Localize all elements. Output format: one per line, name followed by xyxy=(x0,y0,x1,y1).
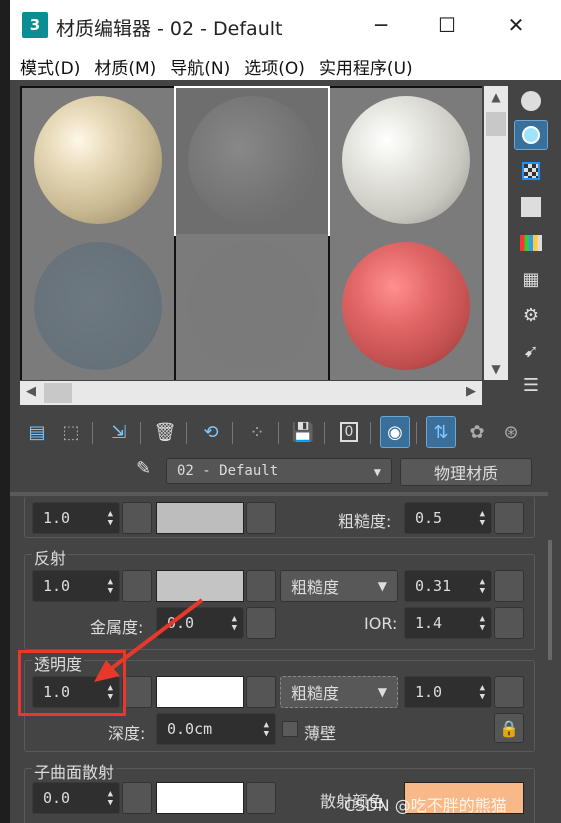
uv-tiling-icon[interactable] xyxy=(514,192,548,222)
sample-slot-6[interactable] xyxy=(330,234,482,380)
sample-type-sphere-icon[interactable] xyxy=(514,86,548,116)
sample-slot-2[interactable] xyxy=(174,86,330,236)
reflection-title: 反射 xyxy=(32,545,69,569)
select-by-material-icon[interactable]: ➹ xyxy=(514,336,548,366)
put-to-library-icon[interactable]: ⁘ xyxy=(242,416,272,448)
base-roughness-field[interactable]: 0.5 ▲ ▼ xyxy=(404,502,492,534)
transparency-roughness-field[interactable]: 1.0 ▲ ▼ xyxy=(404,676,492,708)
sample-slot-4[interactable] xyxy=(22,234,174,380)
sample-horizontal-scrollbar[interactable]: ◀ ▶ xyxy=(20,381,482,405)
sample-slot-5[interactable] xyxy=(176,234,328,380)
reset-map-icon[interactable]: 🗑 xyxy=(150,416,180,448)
thin-wall-label: 薄壁 xyxy=(304,724,337,743)
scroll-left-icon[interactable]: ◀ xyxy=(26,384,36,399)
sample-slot-1[interactable] xyxy=(22,88,174,234)
material-type-button[interactable]: 物理材质 xyxy=(400,458,532,486)
transparency-roughness-map-button[interactable] xyxy=(494,676,524,708)
thin-wall-checkbox[interactable] xyxy=(282,721,298,737)
sample-slot-3[interactable] xyxy=(330,88,482,234)
base-color-map-button[interactable] xyxy=(246,502,276,534)
close-button[interactable]: ✕ xyxy=(505,13,527,37)
menu-options[interactable]: 选项(O) xyxy=(244,54,305,79)
eyedropper-icon[interactable]: ✎ xyxy=(136,458,151,479)
material-sphere xyxy=(342,96,470,224)
lock-icon[interactable]: 🔒 xyxy=(494,713,524,743)
ior-map-button[interactable] xyxy=(494,607,524,639)
reflection-roughness-mode-dropdown[interactable]: 粗糙度 ▼ xyxy=(280,570,398,602)
make-preview-icon[interactable]: ▦ xyxy=(514,264,548,294)
go-forward-sibling-icon[interactable]: ⊛ xyxy=(496,416,526,448)
show-end-result-icon[interactable]: ⇅ xyxy=(426,416,456,448)
material-name: 02 - Default xyxy=(177,463,279,479)
scroll-thumb[interactable] xyxy=(44,383,72,403)
chevron-down-icon: ▼ xyxy=(373,465,381,479)
get-material-icon[interactable]: ▤ xyxy=(22,416,52,448)
chevron-down-icon: ▼ xyxy=(377,685,387,699)
chevron-down-icon: ▼ xyxy=(377,579,387,593)
watermark: CSDN @吃不胖的熊猫 xyxy=(344,796,507,815)
material-sphere xyxy=(342,242,470,370)
sss-weight-map-button[interactable] xyxy=(122,782,152,814)
material-sphere xyxy=(34,96,162,224)
save-material-icon[interactable]: 💾 xyxy=(288,416,318,448)
sss-title: 子曲面散射 xyxy=(32,759,117,783)
reflection-roughness-map-button[interactable] xyxy=(494,570,524,602)
base-weight-map-button[interactable] xyxy=(122,502,152,534)
annotation-arrow xyxy=(94,598,204,682)
minimize-button[interactable]: ─ xyxy=(370,13,392,37)
depth-field[interactable]: 0.0cm ▲ ▼ xyxy=(156,713,276,745)
menu-material[interactable]: 材质(M) xyxy=(94,54,156,79)
material-toolbar: ▤ ⬚ ⇲ 🗑 ⟲ ⁘ 💾 0 ◉ ⇅ ✿ ⊛ xyxy=(20,416,540,452)
scroll-down-icon[interactable]: ▼ xyxy=(484,362,508,376)
background-checker-icon[interactable] xyxy=(514,156,548,186)
material-id-channel-icon[interactable]: 0 xyxy=(334,416,364,448)
transparency-roughness-mode-dropdown[interactable]: 粗糙度 ▼ xyxy=(280,676,398,708)
material-sphere xyxy=(34,242,162,370)
go-to-parent-icon[interactable]: ✿ xyxy=(462,416,492,448)
maximize-button[interactable]: ☐ xyxy=(436,13,458,37)
base-weight-field[interactable]: 1.0 ▲ ▼ xyxy=(32,502,120,534)
menu-utilities[interactable]: 实用程序(U) xyxy=(319,54,413,79)
scroll-up-icon[interactable]: ▲ xyxy=(484,86,508,104)
reflection-roughness-field[interactable]: 0.31 ▲ ▼ xyxy=(404,570,492,602)
transparency-color-map-button[interactable] xyxy=(246,676,276,708)
options-icon[interactable]: ⚙ xyxy=(514,300,548,330)
base-color-swatch[interactable] xyxy=(156,502,244,534)
depth-label: 深度: xyxy=(108,724,146,743)
menu-mode[interactable]: 模式(D) xyxy=(20,54,80,79)
scroll-thumb[interactable] xyxy=(486,112,506,136)
panel-scrollbar[interactable] xyxy=(548,540,552,660)
backlight-icon[interactable] xyxy=(514,120,548,150)
put-to-scene-icon[interactable]: ⬚ xyxy=(56,416,86,448)
ior-label: IOR: xyxy=(364,614,398,633)
material-name-field[interactable]: 02 - Default ▼ xyxy=(166,458,392,484)
sss-weight-field[interactable]: 0.0 ▲ ▼ xyxy=(32,782,120,814)
window-title: 材质编辑器 - 02 - Default xyxy=(56,18,283,40)
material-sphere xyxy=(188,96,316,224)
metalness-map-button[interactable] xyxy=(246,607,276,639)
base-roughness-map-button[interactable] xyxy=(494,502,524,534)
sample-slots xyxy=(20,86,482,380)
sample-vertical-scrollbar[interactable]: ▲ ▼ xyxy=(484,86,508,380)
menu-navigation[interactable]: 导航(N) xyxy=(170,54,230,79)
scroll-right-icon[interactable]: ▶ xyxy=(466,384,476,399)
base-roughness-label: 粗糙度: xyxy=(338,512,392,531)
material-id-navigator-icon[interactable]: ☰ xyxy=(514,370,548,400)
material-sphere xyxy=(188,242,316,370)
sss-color-map-button[interactable] xyxy=(246,782,276,814)
sss-color-swatch[interactable] xyxy=(156,782,244,814)
menu-bar: 模式(D) 材质(M) 导航(N) 选项(O) 实用程序(U) xyxy=(10,52,561,80)
app-icon: 3 xyxy=(22,12,48,38)
show-shaded-icon[interactable]: ◉ xyxy=(380,416,410,448)
video-color-check-icon[interactable] xyxy=(514,228,548,258)
make-unique-icon[interactable]: ⟲ xyxy=(196,416,226,448)
ior-field[interactable]: 1.4 ▲ ▼ xyxy=(404,607,492,639)
reflection-color-map-button[interactable] xyxy=(246,570,276,602)
assign-to-selection-icon[interactable]: ⇲ xyxy=(104,416,134,448)
